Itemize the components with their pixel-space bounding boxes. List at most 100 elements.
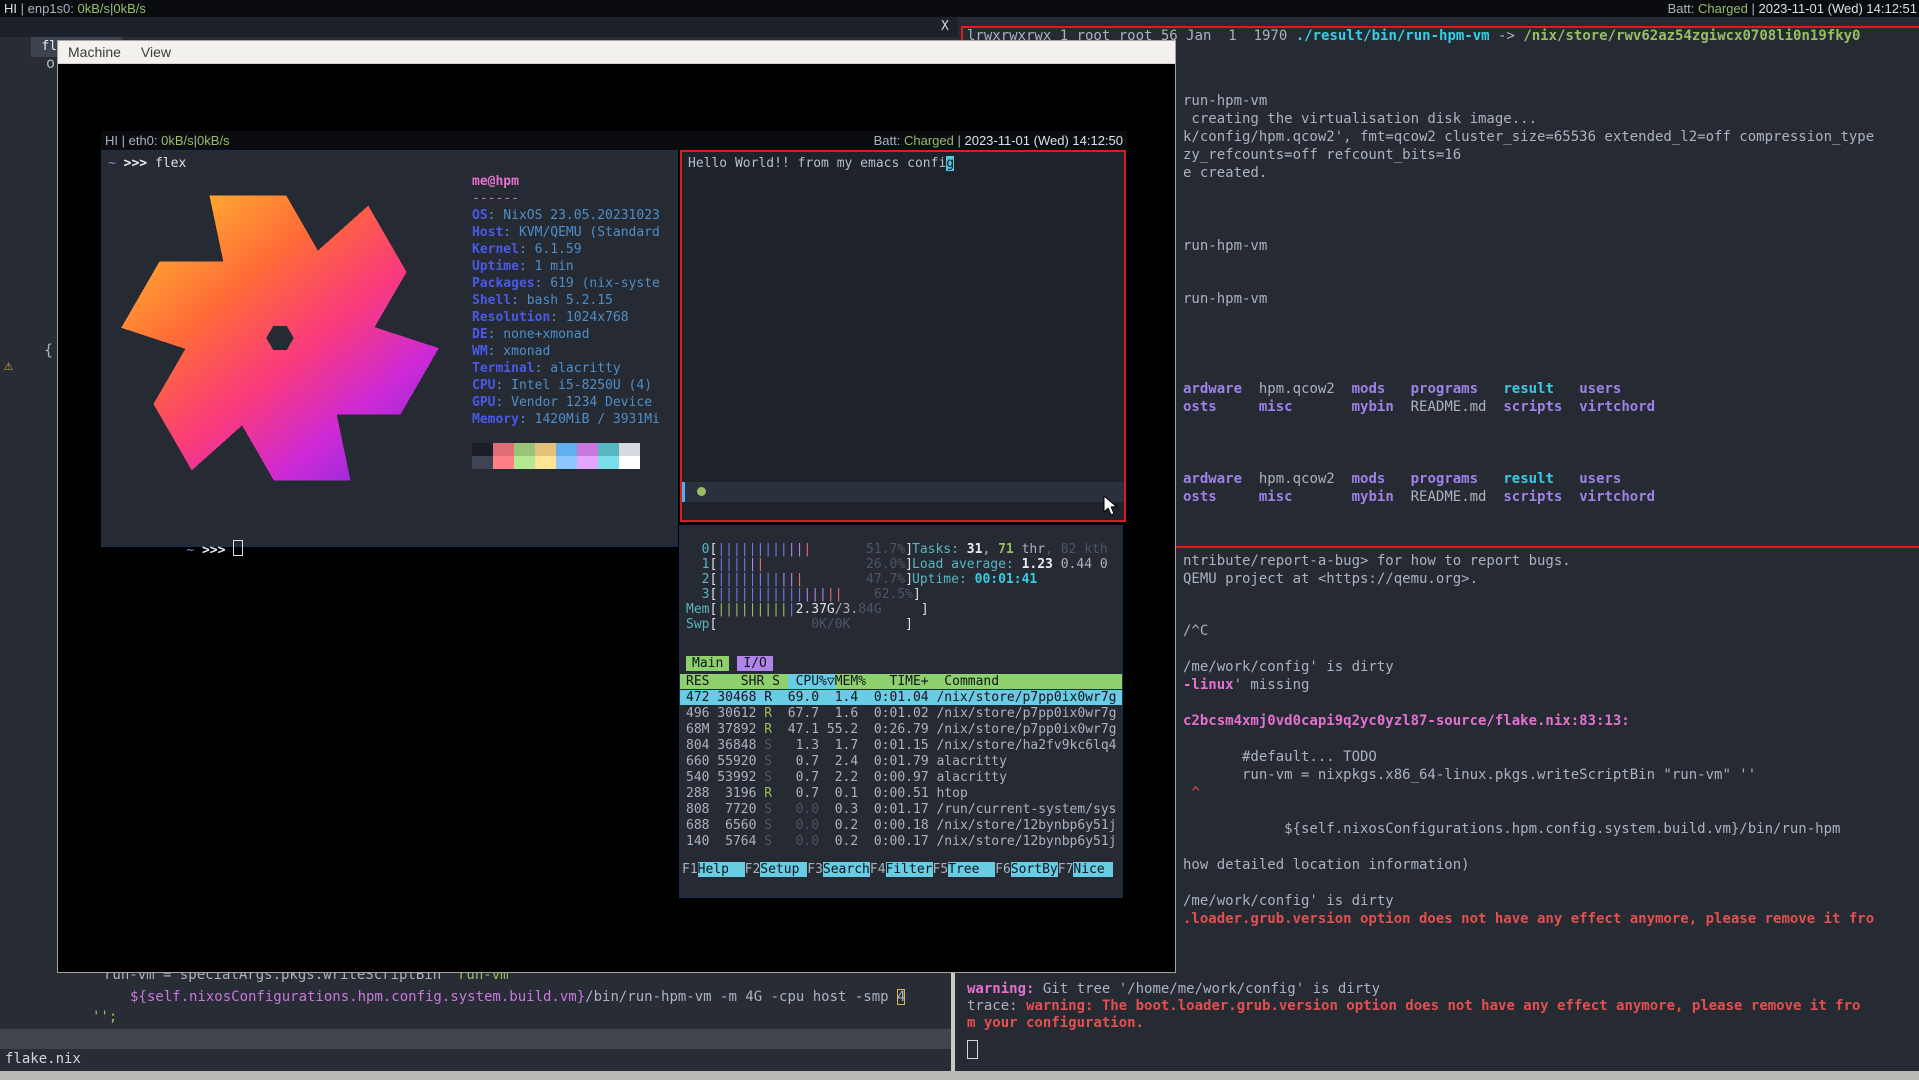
editor-window-divider[interactable] — [951, 973, 955, 1072]
neofetch-line: Shell: bash 5.2.15 — [472, 292, 660, 309]
terminal-line: e created. — [1183, 164, 1267, 182]
vm-network-status: HI | eth0: 0kB/s|0kB/s — [105, 131, 230, 150]
neofetch-line: Resolution: 1024x768 — [472, 309, 660, 326]
process-row[interactable]: 660 55920 S 0.7 2.4 0:01.79 alacritty — [680, 754, 1122, 769]
neofetch-line: DE: none+xmonad — [472, 326, 660, 343]
bottom-scrollbar-strip[interactable] — [0, 1071, 1919, 1080]
editor-line: ''; — [92, 1008, 117, 1026]
palette-swatch — [472, 443, 493, 456]
stray-glyph: ⚠ — [4, 358, 13, 373]
menu-item[interactable]: View — [131, 41, 181, 63]
modeline-filename: flake.nix — [5, 1049, 81, 1069]
neofetch-palette-row1 — [472, 443, 640, 456]
palette-swatch — [619, 443, 640, 456]
terminal-line: how detailed location information) — [1183, 856, 1470, 874]
process-row[interactable]: 808 7720 S 0.0 0.3 0:01.17 /run/current-… — [680, 802, 1122, 817]
terminal-cursor — [233, 540, 243, 556]
cpu-meter: 1[|||||| 26.0%] — [686, 557, 913, 572]
neofetch-line: Packages: 619 (nix-syste — [472, 275, 660, 292]
palette-swatch — [556, 456, 577, 469]
process-row[interactable]: 140 5764 S 0.0 0.2 0:00.17 /nix/store/12… — [680, 834, 1122, 849]
terminal-line: creating the virtualisation disk image..… — [1183, 110, 1537, 128]
palette-swatch — [493, 456, 514, 469]
terminal-line: warning: Git tree '/home/me/work/config'… — [967, 980, 1380, 998]
mouse-pointer-icon — [1103, 495, 1119, 517]
menu-item[interactable]: Machine — [58, 41, 131, 63]
terminal-line: run-vm = nixpkgs.x86_64-linux.pkgs.write… — [1183, 766, 1756, 784]
process-row[interactable]: 288 3196 R 0.7 0.1 0:00.51 htop — [680, 786, 1122, 801]
terminal-line: k/config/hpm.qcow2', fmt=qcow2 cluster_s… — [1183, 128, 1874, 146]
palette-swatch — [535, 456, 556, 469]
neofetch-line: Uptime: 1 min — [472, 258, 660, 275]
cpu-meter: Mem[||||||||||2.37G/3.84G ] — [686, 602, 929, 617]
cpu-meter: 0[|||||||||||| 51.7%] — [686, 542, 913, 557]
terminal-line: .loader.grub.version option does not hav… — [1183, 910, 1874, 928]
terminal-line: /me/work/config' is dirty — [1183, 658, 1394, 676]
palette-swatch — [577, 443, 598, 456]
process-row[interactable]: 688 6560 S 0.0 0.2 0:00.18 /nix/store/12… — [680, 818, 1122, 833]
htop-function-key-bar[interactable]: F1Help F2Setup F3SearchF4FilterF5Tree F6… — [680, 862, 1122, 878]
process-row[interactable]: 540 53992 S 0.7 2.2 0:00.97 alacritty — [680, 770, 1122, 785]
editor-tab-bar: flake.nixh/main.nixh/hpm.nixu/m/default.… — [0, 17, 958, 37]
vm-status-bar: HI | eth0: 0kB/s|0kB/s Batt: Charged | 2… — [101, 131, 1127, 150]
close-icon[interactable]: X — [941, 17, 949, 37]
vm-emacs-window[interactable]: Hello World!! from my emacs config 34 *s… — [680, 150, 1126, 522]
terminal-line: run-hpm-vm — [1183, 92, 1267, 110]
neofetch-line: WM: xmonad — [472, 343, 660, 360]
process-row[interactable]: 804 36848 S 1.3 1.7 0:01.15 /nix/store/h… — [680, 738, 1122, 753]
stray-glyph: { — [44, 343, 53, 358]
buffer-status-dot — [697, 487, 706, 496]
summary-line: Uptime: 00:01:41 — [912, 572, 1037, 587]
shell-prompt: ~ >>> — [108, 523, 243, 576]
network-status: HI | enp1s0: 0kB/s|0kB/s — [4, 0, 146, 17]
shell-prompt: ~ >>> flex — [108, 155, 186, 172]
palette-swatch — [556, 443, 577, 456]
htop-tab[interactable]: I/O — [737, 656, 772, 671]
palette-swatch — [514, 443, 535, 456]
editor-line: ${self.nixosConfigurations.hpm.config.sy… — [130, 988, 905, 1006]
vm-htop-window[interactable]: 0[|||||||||||| 51.7%] 1[|||||| 26.0%] 2[… — [679, 525, 1123, 898]
terminal-line: ardware hpm.qcow2 mods programs result u… — [1183, 470, 1621, 488]
battery-clock: Batt: Charged | 2023-11-01 (Wed) 14:12:5… — [1668, 0, 1917, 17]
process-row[interactable]: 68M 37892 R 47.1 55.2 0:26.79 /nix/store… — [680, 722, 1122, 737]
nixos-logo — [112, 177, 448, 499]
terminal-line: c2bcsm4xmj0vd0capi9q2yc0yzl87-source/fla… — [1183, 712, 1630, 730]
terminal-line: m your configuration. — [967, 1014, 1144, 1032]
cpu-meter: 3[|||||||||||||||| 62.5%] — [686, 587, 921, 602]
terminal-line: #default... TODO — [1183, 748, 1377, 766]
terminal-line: ${self.nixosConfigurations.hpm.config.sy… — [1183, 820, 1840, 838]
vm-terminal[interactable]: ~ >>> flex — [101, 150, 678, 547]
terminal-line: /me/work/config' is dirty — [1183, 892, 1394, 910]
qemu-window[interactable]: MachineView HI | eth0: 0kB/s|0kB/s Batt:… — [57, 40, 1176, 973]
summary-line: Tasks: 31, 71 thr, 82 kth — [912, 542, 1108, 557]
process-row[interactable]: 472 30468 R 69.0 1.4 0:01.04 /nix/store/… — [680, 690, 1122, 705]
neofetch-line: me@hpm — [472, 173, 660, 190]
neofetch-line: ------ — [472, 190, 660, 207]
host-status-bar: HI | enp1s0: 0kB/s|0kB/s Batt: Charged |… — [0, 0, 1919, 17]
vm-desktop[interactable]: HI | eth0: 0kB/s|0kB/s Batt: Charged | 2… — [101, 131, 1127, 901]
palette-swatch — [535, 443, 556, 456]
palette-swatch — [514, 456, 535, 469]
qemu-menubar: MachineView — [58, 41, 1175, 64]
stray-glyph: o — [46, 56, 55, 71]
process-table-header[interactable]: RES SHR S CPU%▽MEM% TIME+ Command — [680, 674, 1122, 689]
desktop: lrwxrwxrwx 1 root root 56 Jan 1 1970 ./r… — [0, 0, 1919, 1080]
htop-tab[interactable]: Main — [686, 656, 729, 671]
palette-swatch — [577, 456, 598, 469]
terminal-line: osts misc mybin README.md scripts virtch… — [1183, 398, 1655, 416]
editor-modeline: flake.nix 84,96-104 75% — [0, 1029, 951, 1049]
neofetch-line: Host: KVM/QEMU (Standard — [472, 224, 660, 241]
terminal-line: osts misc mybin README.md scripts virtch… — [1183, 488, 1655, 506]
palette-swatch — [493, 443, 514, 456]
terminal-line: /^C — [1183, 622, 1208, 640]
cpu-meter: Swp[ 0K/0K ] — [686, 617, 913, 632]
terminal-line: run-hpm-vm — [1183, 237, 1267, 255]
emacs-buffer-text: Hello World!! from my emacs config — [688, 155, 954, 172]
palette-swatch — [619, 456, 640, 469]
process-row[interactable]: 496 30612 R 67.7 1.6 0:01.02 /nix/store/… — [680, 706, 1122, 721]
cpu-meter: 2[||||||||||| 47.7%] — [686, 572, 913, 587]
neofetch-info: me@hpm------OS: NixOS 23.05.20231023Host… — [472, 173, 660, 428]
summary-line: Load average: 1.23 0.44 0 — [912, 557, 1108, 572]
terminal-line: -linux' missing — [1183, 676, 1309, 694]
palette-swatch — [598, 443, 619, 456]
